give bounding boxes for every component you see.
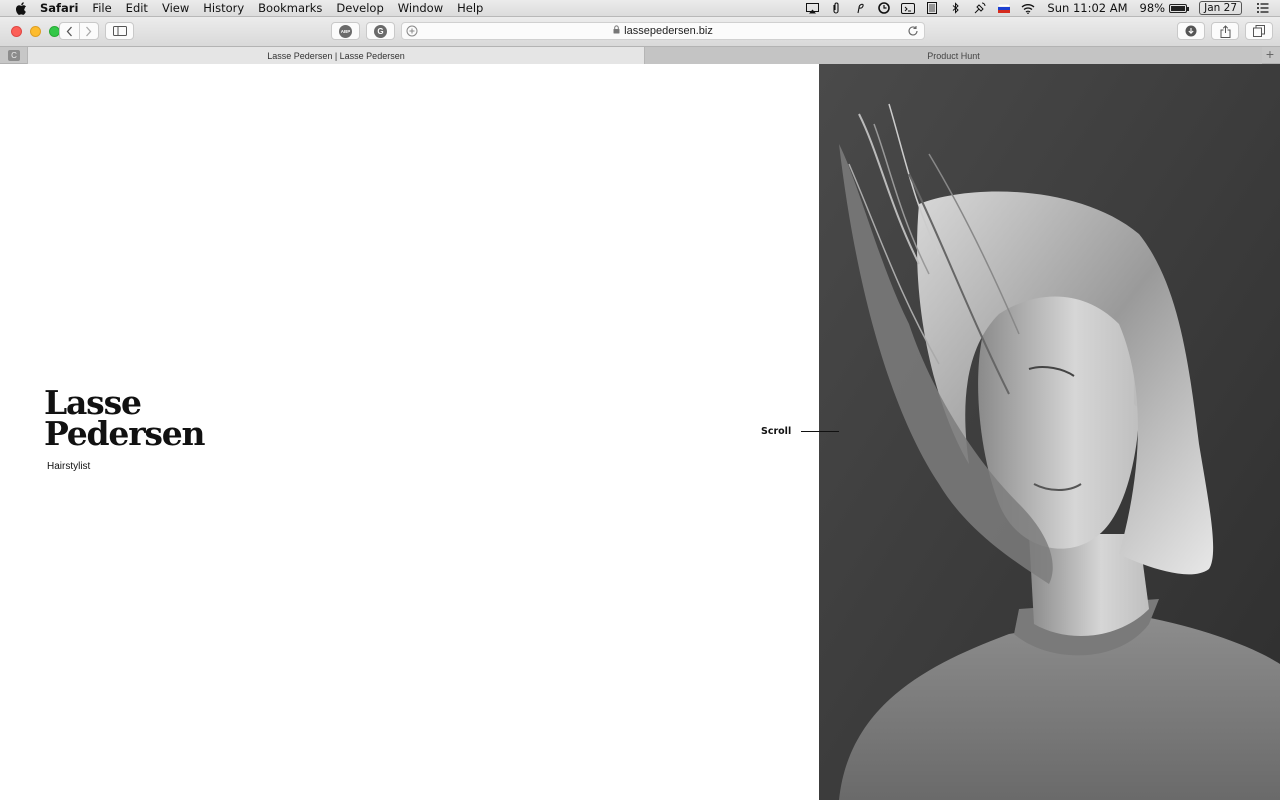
share-icon (1220, 24, 1230, 38)
scroll-label: Scroll (761, 426, 792, 437)
add-bookmark-icon[interactable] (406, 25, 418, 37)
bluetooth-icon[interactable] (949, 2, 963, 15)
tab-title: Lasse Pedersen | Lasse Pedersen (267, 50, 405, 61)
hero-photo (819, 64, 1280, 800)
wifi-icon[interactable] (1021, 2, 1035, 15)
airplay-icon[interactable] (805, 2, 819, 15)
menu-app-safari[interactable]: Safari (40, 1, 78, 15)
date-badge[interactable]: Jan 27 (1199, 1, 1242, 15)
satellite-icon[interactable] (973, 2, 987, 15)
page-content: Lasse Pedersen Hairstylist Scroll (0, 64, 1280, 800)
grammarly-icon: G (374, 24, 387, 38)
battery-fill (1171, 5, 1186, 11)
keyboard-icon[interactable] (901, 2, 916, 15)
menu-bar: Safari File Edit View History Bookmarks … (0, 0, 1280, 17)
chevron-right-icon (86, 26, 92, 36)
scroll-indicator[interactable]: Scroll (761, 426, 840, 437)
pinned-tab[interactable]: C (8, 50, 20, 61)
share-button[interactable] (1211, 22, 1239, 40)
menu-help[interactable]: Help (457, 1, 483, 15)
apple-icon[interactable] (14, 1, 28, 15)
flag-icon[interactable] (997, 2, 1011, 15)
portrait-image (819, 64, 1280, 800)
back-button[interactable] (60, 23, 79, 39)
history-nav (59, 22, 99, 40)
forward-button[interactable] (78, 23, 98, 39)
menu-file[interactable]: File (92, 1, 111, 15)
downloads-button[interactable] (1177, 22, 1205, 40)
tab-product-hunt[interactable]: Product Hunt (645, 47, 1262, 64)
new-tab-button[interactable]: + (1263, 47, 1277, 62)
sidebar-toggle-button[interactable] (105, 22, 134, 40)
tab-title: Product Hunt (927, 50, 980, 61)
pen-icon[interactable] (853, 2, 867, 15)
brand-line-2: Pedersen (44, 414, 206, 453)
clock-icon[interactable] (877, 2, 891, 15)
scroll-line (801, 430, 840, 433)
paperclip-icon[interactable] (829, 2, 843, 15)
lock-icon (613, 25, 620, 37)
brand-block[interactable]: Lasse Pedersen Hairstylist (44, 386, 224, 472)
brand-subtitle: Hairstylist (47, 461, 91, 472)
tab-lasse-pedersen[interactable]: Lasse Pedersen | Lasse Pedersen (27, 47, 645, 64)
menu-window[interactable]: Window (398, 1, 443, 15)
download-icon (1185, 25, 1197, 37)
clock-text[interactable]: Sun 11:02 AM (1047, 1, 1127, 15)
sidebar-icon (112, 26, 127, 36)
adblock-extension-button[interactable]: ABP (331, 22, 360, 40)
battery-percent[interactable]: 98% (1140, 1, 1166, 15)
menu-view[interactable]: View (162, 1, 189, 15)
reload-icon[interactable] (907, 25, 919, 37)
tab-overview-button[interactable] (1245, 22, 1273, 40)
menu-edit[interactable]: Edit (126, 1, 148, 15)
adblock-icon: ABP (339, 24, 352, 38)
tab-bar: C Lasse Pedersen | Lasse Pedersen Produc… (0, 46, 1280, 64)
brand-logo[interactable]: Lasse Pedersen (44, 386, 224, 453)
notes-icon[interactable] (925, 2, 939, 15)
menu-bookmarks[interactable]: Bookmarks (258, 1, 322, 15)
browser-toolbar: ABP G lassepedersen.biz (0, 17, 1280, 46)
menu-history[interactable]: History (203, 1, 244, 15)
minimize-window-button[interactable] (30, 26, 41, 37)
tabs-icon (1253, 25, 1265, 37)
url-text[interactable]: lassepedersen.biz (624, 25, 713, 37)
menu-develop[interactable]: Develop (336, 1, 383, 15)
battery-icon[interactable] (1169, 3, 1190, 13)
grammarly-extension-button[interactable]: G (366, 22, 395, 40)
close-window-button[interactable] (11, 26, 22, 37)
notification-center-icon[interactable] (1256, 2, 1270, 15)
chevron-left-icon (66, 26, 72, 36)
address-bar[interactable]: lassepedersen.biz (401, 22, 925, 40)
